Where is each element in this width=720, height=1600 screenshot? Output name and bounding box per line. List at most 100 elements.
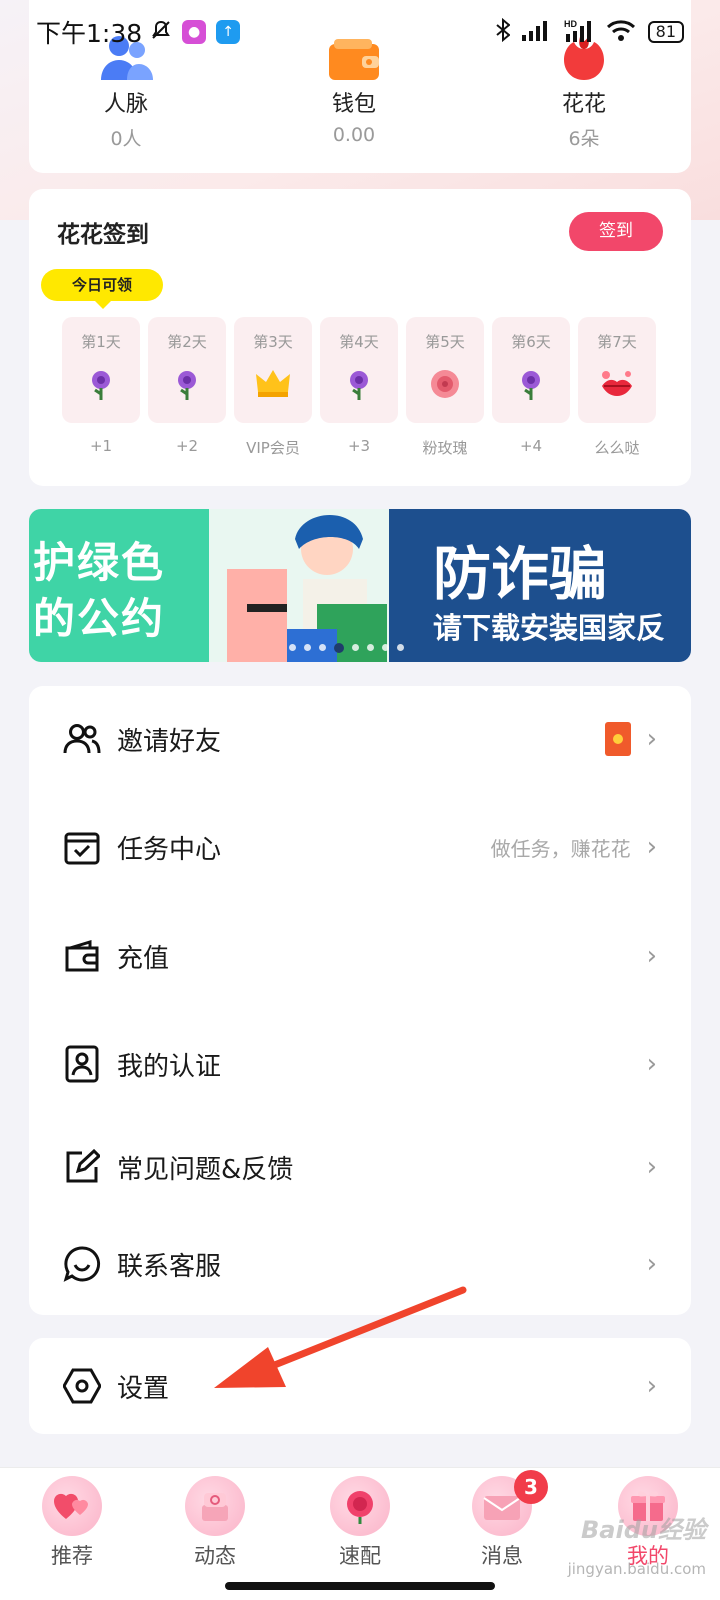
svg-text:HD: HD — [564, 19, 577, 29]
menu-item-recharge[interactable]: 充值 › — [29, 916, 691, 996]
banner-left-line2: 的公约 — [33, 594, 166, 643]
chevron-right-icon: › — [646, 1049, 657, 1079]
checkin-day-5[interactable]: 第5天 粉玫瑰 — [406, 317, 484, 458]
promo-banner[interactable]: 护绿色 的公约 防诈骗 请下载安装国家反 — [29, 509, 691, 662]
day-reward: +3 — [347, 437, 371, 455]
pagination-dot-active — [334, 643, 344, 653]
pink-rose-icon — [406, 368, 484, 400]
calendar-check-icon — [63, 828, 101, 866]
hearts-icon — [42, 1476, 102, 1536]
checkin-days: 第1天 +1 第2天 +2 第3天 VIP会员 第4天 +3 第5天 粉玫瑰 第… — [62, 317, 656, 458]
menu-label: 设置 — [117, 1373, 170, 1404]
chevron-right-icon: › — [646, 832, 657, 862]
menu-item-customer-service[interactable]: 联系客服 › — [29, 1224, 691, 1304]
menu-item-task-center[interactable]: 任务中心 做任务，赚花花 › — [29, 807, 691, 887]
purple-rose-icon — [148, 368, 226, 402]
menu-item-invite-friends[interactable]: 邀请好友 › — [29, 699, 691, 779]
day-name: 第7天 — [597, 333, 637, 351]
chevron-right-icon: › — [646, 1371, 657, 1401]
day-reward: +4 — [519, 437, 543, 455]
stat-label: 人脉 — [103, 92, 148, 117]
nav-tab-match[interactable]: 速配 — [310, 1476, 410, 1570]
day-name: 第4天 — [339, 333, 379, 351]
chevron-right-icon: › — [646, 941, 657, 971]
banner-slide-antifraud: 防诈骗 请下载安装国家反 — [389, 509, 691, 662]
bluetooth-icon — [496, 17, 511, 46]
red-envelope-icon — [604, 722, 631, 756]
purple-rose-icon — [320, 368, 398, 402]
hd-signal-icon: HD — [564, 18, 594, 46]
day-name: 第6天 — [511, 333, 551, 351]
banner-left-line1: 护绿色 — [33, 538, 166, 587]
pagination-dot — [382, 644, 389, 651]
nav-label: 速配 — [339, 1544, 381, 1568]
day-reward: VIP会员 — [246, 439, 300, 457]
nav-tab-messages[interactable]: 3 消息 — [452, 1470, 552, 1570]
crown-icon — [234, 368, 312, 398]
ring-box-icon — [185, 1476, 245, 1536]
day-reward: 么么哒 — [594, 439, 640, 457]
purple-rose-icon — [62, 368, 140, 402]
stat-value: 0.00 — [332, 124, 376, 146]
menu-item-settings[interactable]: 设置 › — [29, 1346, 691, 1426]
day-reward: +2 — [175, 437, 199, 455]
status-bar: 下午1:38 ● ↑ HD 81 — [0, 0, 720, 64]
unread-badge: 3 — [514, 1470, 548, 1504]
stat-value: 0人 — [110, 128, 142, 150]
nav-label: 推荐 — [51, 1544, 93, 1568]
nav-tab-recommend[interactable]: 推荐 — [22, 1476, 122, 1570]
menu-card: 邀请好友 › 任务中心 做任务，赚花花 › 充值 › 我的认证 › 常见问题&反… — [29, 686, 691, 1315]
checkin-day-1[interactable]: 第1天 +1 — [62, 317, 140, 458]
nav-label: 动态 — [194, 1544, 236, 1568]
menu-item-faq-feedback[interactable]: 常见问题&反馈 › — [29, 1127, 691, 1207]
rose-icon — [330, 1476, 390, 1536]
chevron-right-icon: › — [646, 724, 657, 754]
watermark-brand: Baidu经验 — [581, 1516, 706, 1544]
wifi-icon — [606, 18, 636, 46]
battery-indicator: 81 — [647, 21, 684, 43]
checkin-day-3[interactable]: 第3天 VIP会员 — [234, 317, 312, 458]
checkin-title: 花花签到 — [57, 222, 149, 248]
pagination-dot — [289, 644, 296, 651]
pagination-dot — [367, 644, 374, 651]
menu-label: 充值 — [117, 943, 170, 974]
upload-arrow-icon: ↑ — [216, 20, 241, 44]
nav-label: 消息 — [481, 1544, 523, 1568]
stat-value: 6朵 — [568, 128, 600, 150]
settings-hexagon-icon — [63, 1367, 101, 1405]
nav-tab-moments[interactable]: 动态 — [165, 1476, 265, 1570]
pagination-dot — [304, 644, 311, 651]
pagination-dot — [397, 644, 404, 651]
menu-label: 联系客服 — [117, 1251, 222, 1282]
chat-smile-icon — [63, 1245, 101, 1283]
checkin-day-4[interactable]: 第4天 +3 — [320, 317, 398, 458]
checkin-day-2[interactable]: 第2天 +2 — [148, 317, 226, 458]
people-outline-icon — [63, 720, 101, 758]
checkin-day-6[interactable]: 第6天 +4 — [492, 317, 570, 458]
app-notification-icon: ● — [182, 20, 207, 44]
menu-label: 我的认证 — [117, 1051, 222, 1082]
menu-item-verification[interactable]: 我的认证 › — [29, 1024, 691, 1104]
menu-hint: 做任务，赚花花 — [490, 836, 631, 861]
day-reward: +1 — [89, 437, 113, 455]
wallet-outline-icon — [63, 937, 101, 975]
mute-bell-icon — [150, 19, 172, 45]
menu-label: 常见问题&反馈 — [117, 1154, 294, 1185]
checkin-day-7[interactable]: 第7天 么么哒 — [578, 317, 656, 458]
day-name: 第1天 — [81, 333, 121, 351]
banner-right-title: 防诈骗 — [433, 540, 608, 608]
today-claimable-badge: 今日可领 — [41, 269, 163, 309]
checkin-card: 花花签到 签到 今日可领 第1天 +1 第2天 +2 第3天 VIP会员 第4天… — [29, 189, 691, 486]
checkin-button[interactable]: 签到 — [569, 212, 663, 251]
menu-label: 任务中心 — [117, 834, 222, 865]
banner-slide-green: 护绿色 的公约 — [29, 509, 389, 662]
envelope-icon: 3 — [472, 1470, 548, 1536]
banner-pagination — [289, 643, 404, 653]
kiss-lips-icon — [578, 368, 656, 398]
home-indicator[interactable] — [225, 1582, 495, 1590]
chevron-right-icon: › — [646, 1152, 657, 1182]
menu-label: 邀请好友 — [117, 726, 222, 757]
status-time: 下午1:38 — [36, 19, 143, 48]
day-reward: 粉玫瑰 — [422, 439, 468, 457]
chevron-right-icon: › — [646, 1249, 657, 1279]
